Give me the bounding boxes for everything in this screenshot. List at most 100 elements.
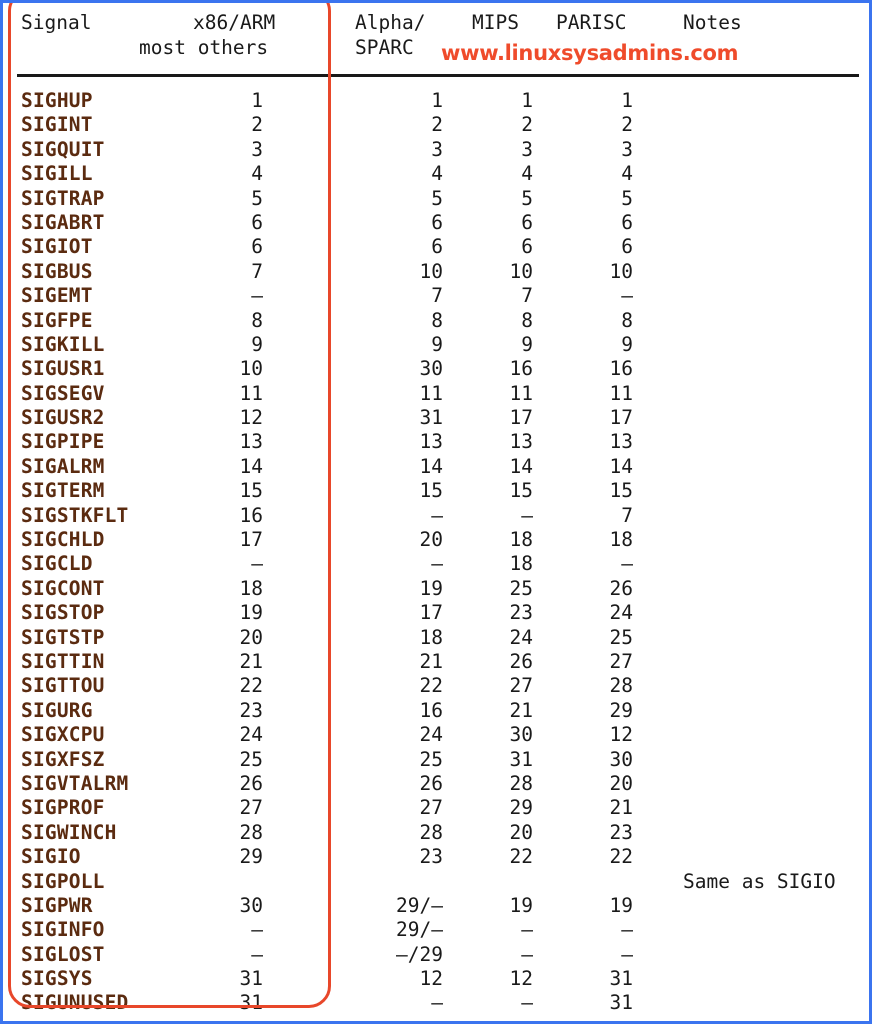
- parisc-value-cell: 25: [609, 625, 633, 649]
- x86-value-cell: 2: [251, 113, 263, 137]
- table-row: SIGPOLL Same as SIGIO: [3, 870, 869, 894]
- column-header-x86-line1: x86/ARM: [193, 11, 276, 34]
- x86-value-cell: –: [251, 552, 263, 576]
- table-row: SIGBUS 7 10 10 10: [3, 260, 869, 284]
- parisc-value-cell: 4: [621, 162, 633, 186]
- parisc-value-cell: 21: [609, 796, 633, 820]
- alpha-value-cell: –/29: [396, 942, 443, 966]
- parisc-value-cell: –: [621, 284, 633, 308]
- mips-value-cell: 6: [521, 235, 533, 259]
- x86-value-cell: 23: [239, 698, 263, 722]
- signal-name-cell: SIGABRT: [21, 210, 105, 234]
- parisc-value-cell: 17: [609, 406, 633, 430]
- x86-value-cell: 10: [239, 357, 263, 381]
- parisc-value-cell: 14: [609, 454, 633, 478]
- parisc-value-cell: 10: [609, 259, 633, 283]
- x86-value-cell: 5: [251, 186, 263, 210]
- column-header-x86-line2: most others: [139, 36, 269, 59]
- parisc-value-cell: 11: [609, 381, 633, 405]
- table-row: SIGCHLD 17 20 18 18: [3, 528, 869, 552]
- x86-value-cell: 29: [239, 845, 263, 869]
- signal-name-cell: SIGPIPE: [21, 430, 105, 454]
- x86-value-cell: 12: [239, 406, 263, 430]
- table-row: SIGWINCH 28 28 20 23: [3, 821, 869, 845]
- alpha-value-cell: 17: [419, 601, 443, 625]
- mips-value-cell: 28: [509, 771, 533, 795]
- parisc-value-cell: 2: [621, 113, 633, 137]
- parisc-value-cell: 18: [609, 528, 633, 552]
- table-row: SIGSEGV 11 11 11 11: [3, 382, 869, 406]
- x86-value-cell: 17: [239, 528, 263, 552]
- signal-name-cell: SIGUNUSED: [21, 991, 129, 1015]
- x86-value-cell: 19: [239, 601, 263, 625]
- x86-value-cell: 7: [251, 259, 263, 283]
- table-row: SIGUSR1 10 30 16 16: [3, 357, 869, 381]
- notes-cell: Same as SIGIO: [683, 869, 836, 893]
- alpha-value-cell: 18: [419, 625, 443, 649]
- table-row: SIGXCPU 24 24 30 12: [3, 723, 869, 747]
- mips-value-cell: 16: [509, 357, 533, 381]
- alpha-value-cell: 5: [431, 186, 443, 210]
- table-row: SIGHUP 1 1 1 1: [3, 89, 869, 113]
- parisc-value-cell: 12: [609, 723, 633, 747]
- parisc-value-cell: 20: [609, 771, 633, 795]
- alpha-value-cell: 24: [419, 723, 443, 747]
- table-row: SIGILL 4 4 4 4: [3, 162, 869, 186]
- mips-value-cell: 26: [509, 649, 533, 673]
- mips-value-cell: –: [521, 991, 533, 1015]
- parisc-value-cell: 26: [609, 576, 633, 600]
- mips-value-cell: 20: [509, 820, 533, 844]
- x86-value-cell: –: [251, 942, 263, 966]
- alpha-value-cell: 3: [431, 137, 443, 161]
- mips-value-cell: 18: [509, 552, 533, 576]
- parisc-value-cell: 16: [609, 357, 633, 381]
- alpha-value-cell: 15: [419, 479, 443, 503]
- parisc-value-cell: 29: [609, 698, 633, 722]
- parisc-value-cell: –: [621, 942, 633, 966]
- mips-value-cell: 29: [509, 796, 533, 820]
- signal-name-cell: SIGCHLD: [21, 528, 105, 552]
- alpha-value-cell: 22: [419, 674, 443, 698]
- x86-value-cell: 9: [251, 332, 263, 356]
- mips-value-cell: 4: [521, 162, 533, 186]
- table-row: SIGURG 23 16 21 29: [3, 699, 869, 723]
- table-row: SIGEMT – 7 7 –: [3, 284, 869, 308]
- signal-name-cell: SIGSTKFLT: [21, 503, 129, 527]
- table-row: SIGUNUSED 31 – – 31: [3, 991, 869, 1015]
- table-row: SIGPROF 27 27 29 21: [3, 796, 869, 820]
- column-header-alpha-line2: SPARC: [355, 36, 414, 59]
- parisc-value-cell: 15: [609, 479, 633, 503]
- alpha-value-cell: 6: [431, 210, 443, 234]
- alpha-value-cell: 10: [419, 259, 443, 283]
- alpha-value-cell: 4: [431, 162, 443, 186]
- parisc-value-cell: 27: [609, 649, 633, 673]
- alpha-value-cell: 28: [419, 820, 443, 844]
- alpha-value-cell: 31: [419, 406, 443, 430]
- signal-name-cell: SIGHUP: [21, 89, 93, 112]
- signal-name-cell: SIGSEGV: [21, 381, 105, 405]
- mips-value-cell: 14: [509, 454, 533, 478]
- table-row: SIGTERM 15 15 15 15: [3, 479, 869, 503]
- parisc-value-cell: 22: [609, 845, 633, 869]
- table-row: SIGINFO – 29/– – –: [3, 918, 869, 942]
- x86-value-cell: 22: [239, 674, 263, 698]
- alpha-value-cell: 7: [431, 284, 443, 308]
- x86-value-cell: 16: [239, 503, 263, 527]
- signal-name-cell: SIGTTIN: [21, 649, 105, 673]
- alpha-value-cell: 9: [431, 332, 443, 356]
- signal-name-cell: SIGEMT: [21, 284, 93, 308]
- parisc-value-cell: 3: [621, 137, 633, 161]
- alpha-value-cell: –: [431, 503, 443, 527]
- x86-value-cell: 4: [251, 162, 263, 186]
- table-row: SIGIO 29 23 22 22: [3, 845, 869, 869]
- mips-value-cell: 18: [509, 528, 533, 552]
- mips-value-cell: 31: [509, 747, 533, 771]
- mips-value-cell: 19: [509, 893, 533, 917]
- alpha-value-cell: 29/–: [396, 893, 443, 917]
- mips-value-cell: 7: [521, 284, 533, 308]
- parisc-value-cell: 31: [609, 991, 633, 1015]
- mips-value-cell: 2: [521, 113, 533, 137]
- table-row: SIGTSTP 20 18 24 25: [3, 626, 869, 650]
- mips-value-cell: 10: [509, 259, 533, 283]
- parisc-value-cell: 28: [609, 674, 633, 698]
